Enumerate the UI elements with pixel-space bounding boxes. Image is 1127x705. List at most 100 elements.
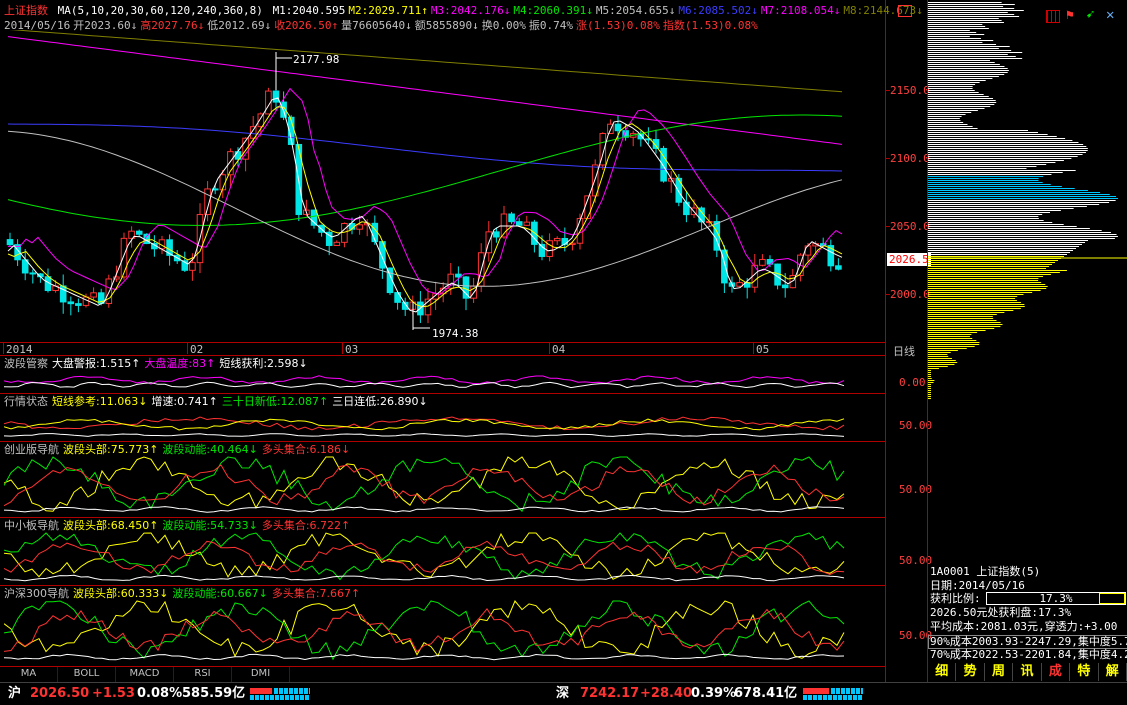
indicator-chart-hangqing[interactable] <box>4 408 849 440</box>
chip-bar <box>928 156 1078 157</box>
ma-arrow-5: ↓ <box>668 4 676 17</box>
chip-bar <box>928 306 1025 307</box>
ma-header: 上证指数 MA(5,10,20,30,60,120,240,360,8) M1:… <box>4 4 926 17</box>
chip-bar <box>928 354 948 355</box>
ma-arrow-3: ↓ <box>503 4 511 17</box>
chip-bar <box>928 146 1087 147</box>
chip-bar <box>928 78 993 79</box>
right-tab-5[interactable]: 特 <box>1070 663 1099 681</box>
tab-ma[interactable]: MA <box>0 667 58 682</box>
indicator-chart-hushen[interactable] <box>4 600 849 664</box>
indicator-value: 多头集合:6.186↓ <box>261 443 351 456</box>
ma-line <box>9 30 843 93</box>
chip-bar <box>928 322 1001 323</box>
tab-dmi[interactable]: DMI <box>232 667 290 682</box>
chip-bar <box>928 82 980 83</box>
profit-line: 2026.50元处获利盘:17.3% <box>930 606 1072 619</box>
right-tab-0[interactable]: 细 <box>928 663 957 681</box>
indicator-title-hushen[interactable]: 沪深300导航 波段头部:60.333↓ 波段动能:60.667↓ 多头集合:7.66… <box>4 587 364 600</box>
chip-date: 日期:2014/05/16 <box>930 579 1025 592</box>
chip-bar <box>928 272 1060 273</box>
chip-bar <box>928 268 1046 269</box>
indicator-chart-boduan[interactable] <box>4 370 849 392</box>
chip-bar <box>928 290 1041 291</box>
tab-boll[interactable]: BOLL <box>58 667 116 682</box>
right-tab-3[interactable]: 讯 <box>1013 663 1042 681</box>
indicator-chart-zhongxiao[interactable] <box>4 532 849 584</box>
indicator-value: 三日连低:26.890↓ <box>332 395 428 408</box>
chip-bar <box>928 192 1101 193</box>
chip-bar <box>928 150 1088 151</box>
chip-bar <box>928 180 1039 181</box>
ma-line <box>7 36 843 145</box>
window-restore-icon[interactable] <box>898 5 912 17</box>
indicator-title-hangqing[interactable]: 行情状态 短线参考:11.063↓ 增速:0.741↑ 三十日新低:12.087↑ 三日… <box>4 395 432 408</box>
chip-bar <box>928 170 1076 171</box>
ma-value-7: M7:2108.054 <box>760 4 834 17</box>
high-marker: 2177.98 <box>293 53 340 66</box>
indicator-title-boduan[interactable]: 波段管察 大盘警报:1.515↑ 大盘温度:83↑ 短线获利:2.598↓ <box>4 357 312 370</box>
chip-bar <box>928 96 989 97</box>
candle-body <box>683 201 690 216</box>
chip-bar <box>928 94 984 95</box>
chip-bar <box>928 344 980 345</box>
chip-bar <box>928 54 1008 55</box>
indicator-value: 多头集合:7.667↑ <box>271 587 361 600</box>
chip-bar <box>928 22 1004 23</box>
chip-bar <box>928 198 1118 199</box>
sz-amount: 678.41亿 <box>734 686 798 701</box>
candle-body <box>394 292 401 303</box>
right-tab-4[interactable]: 成 <box>1042 663 1071 681</box>
ma-line <box>7 130 843 287</box>
chip-bar <box>928 188 1075 189</box>
candle-body <box>493 231 500 238</box>
tab-rsi[interactable]: RSI <box>174 667 232 682</box>
indicator-chart-chuangye[interactable] <box>4 456 849 516</box>
chip-bar <box>928 318 994 319</box>
chip-bar <box>928 316 993 317</box>
indicator-value: 多头集合:6.722↑ <box>261 519 351 532</box>
chip-bar <box>928 84 976 85</box>
right-tab-2[interactable]: 周 <box>985 663 1014 681</box>
indicator-name: 中小板导航 <box>4 519 59 532</box>
chip-bar <box>928 46 1010 47</box>
candle-body <box>75 303 82 306</box>
chip-bar <box>928 216 1039 217</box>
chip-bar <box>928 208 1074 209</box>
tab-macd[interactable]: MACD <box>116 667 174 682</box>
sh-label[interactable]: 沪 <box>8 683 21 705</box>
chip-distribution-chart <box>928 2 1127 399</box>
right-tab-1[interactable]: 势 <box>956 663 985 681</box>
chip-bar <box>928 72 1008 73</box>
chip-bar <box>928 162 1056 163</box>
candle-body <box>614 123 622 132</box>
chip-bar <box>928 350 958 351</box>
chip-bar <box>928 70 1009 71</box>
chip-bar <box>928 142 1079 143</box>
chip-bar <box>928 48 999 49</box>
chip-bar <box>928 12 1008 13</box>
candle-body <box>135 230 143 235</box>
ma-arrow-2: ↑ <box>421 4 428 17</box>
chip-bar <box>928 88 973 89</box>
candle-body <box>90 292 97 298</box>
chip-bar <box>928 126 973 127</box>
candlestick-chart[interactable] <box>0 30 886 342</box>
period-label[interactable]: 日线 <box>893 343 915 359</box>
chip-bar <box>928 392 931 393</box>
candle-body <box>515 221 523 226</box>
right-tab-6[interactable]: 解 <box>1099 663 1127 681</box>
chip-bar <box>928 16 1020 17</box>
chip-bar <box>928 18 999 19</box>
ma-arrow-8: ↓ <box>916 4 923 17</box>
chip-bar <box>928 108 985 109</box>
indicator-title-chuangye[interactable]: 创业版导航 波段头部:75.773↑ 波段动能:40.464↓ 多头集合:6.186↓ <box>4 443 354 456</box>
chip-bar <box>928 102 997 103</box>
chip-bar <box>928 342 980 343</box>
chip-bar <box>928 128 978 129</box>
current-price-tag: 2026.5 <box>887 253 931 266</box>
chip-bar <box>928 368 939 369</box>
sz-label[interactable]: 深 <box>556 683 569 705</box>
chip-bar <box>928 66 1005 67</box>
indicator-title-zhongxiao[interactable]: 中小板导航 波段头部:68.450↑ 波段动能:54.733↓ 多头集合:6.722↑ <box>4 519 354 532</box>
